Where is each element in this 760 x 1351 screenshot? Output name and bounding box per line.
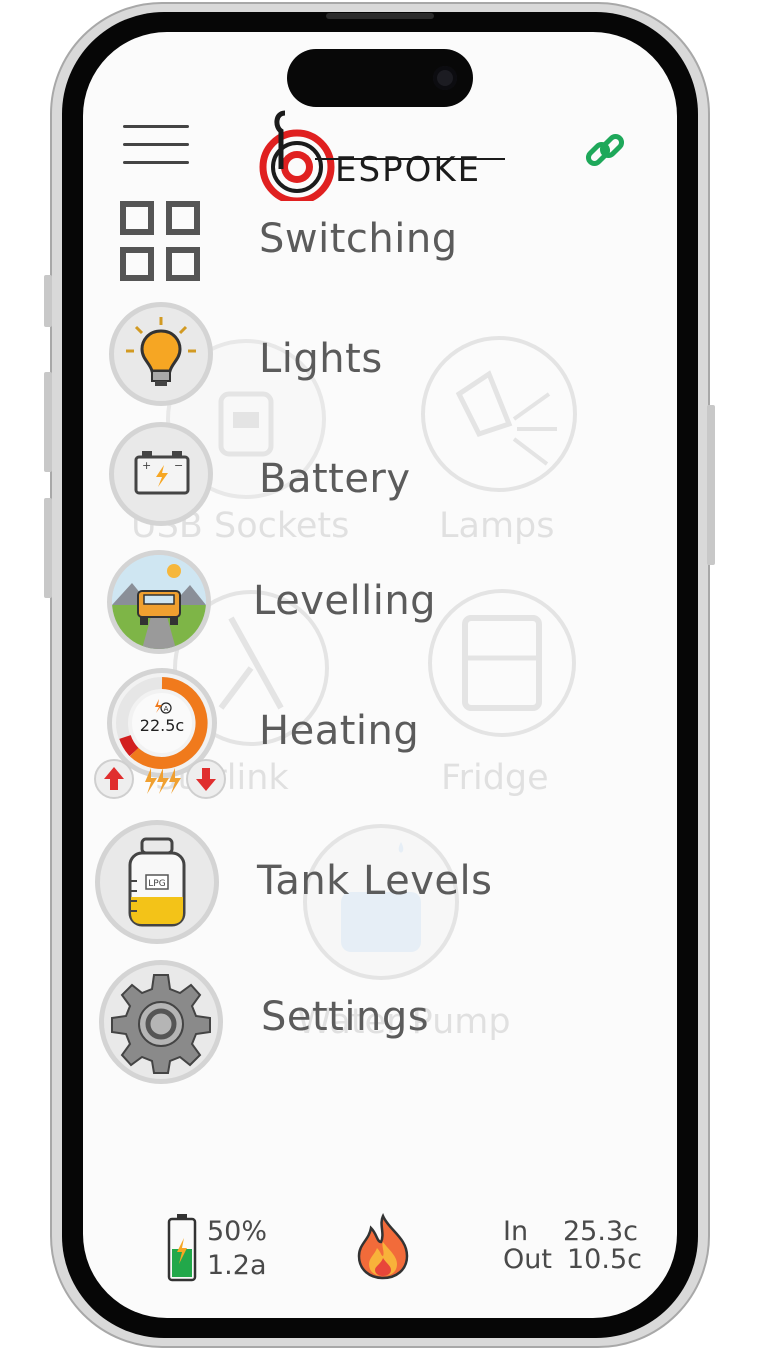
dynamic-island bbox=[287, 49, 473, 107]
menu-label: Battery bbox=[259, 456, 411, 502]
menu-item-lights[interactable]: Lights bbox=[107, 300, 627, 410]
gear-icon bbox=[99, 960, 223, 1084]
grid-icon bbox=[120, 201, 200, 281]
triple-lightning-icon bbox=[145, 768, 181, 794]
levelling-van-icon bbox=[107, 550, 211, 654]
menu-item-levelling[interactable]: Levelling bbox=[105, 548, 625, 658]
menu-item-settings[interactable]: Settings bbox=[99, 960, 639, 1084]
light-bulb-icon bbox=[109, 302, 213, 406]
battery-current: 1.2a bbox=[207, 1250, 267, 1281]
logo-text: ESPOKE bbox=[335, 150, 481, 190]
front-camera bbox=[433, 66, 457, 90]
menu-label: Heating bbox=[259, 708, 420, 754]
lpg-tank-icon: LPG bbox=[95, 820, 219, 944]
volume-up-button bbox=[44, 372, 52, 472]
earpiece-speaker bbox=[326, 13, 434, 19]
tank-gas-label: LPG bbox=[148, 879, 165, 889]
link-icon[interactable] bbox=[583, 128, 627, 172]
menu-item-heating[interactable]: 22.5c A Heating bbox=[93, 668, 633, 808]
inside-temp-value: 25.3c bbox=[563, 1216, 638, 1247]
menu-label: Lights bbox=[259, 336, 383, 382]
heating-temperature: 22.5c bbox=[140, 716, 184, 735]
action-button bbox=[44, 275, 52, 327]
svg-text:+: + bbox=[142, 459, 151, 472]
inside-temp-label: In bbox=[503, 1216, 529, 1247]
svg-text:−: − bbox=[174, 459, 183, 472]
power-button bbox=[707, 405, 715, 565]
arrow-up-icon[interactable] bbox=[93, 758, 135, 800]
battery-percent: 50% bbox=[207, 1216, 268, 1247]
bespoke-logo: ESPOKE bbox=[259, 110, 505, 201]
outside-temp-value: 10.5c bbox=[567, 1244, 642, 1275]
menu-label: Settings bbox=[261, 994, 430, 1040]
menu-item-tank-levels[interactable]: LPG Tank Levels bbox=[95, 820, 635, 946]
hamburger-menu-icon[interactable] bbox=[123, 125, 189, 165]
menu-label: Tank Levels bbox=[257, 858, 493, 904]
volume-down-button bbox=[44, 498, 52, 598]
menu-label: Levelling bbox=[253, 578, 437, 624]
battery-icon: + − bbox=[109, 422, 213, 526]
status-bar: 50% 1.2a In 25.3c Out 10.5c bbox=[83, 1204, 677, 1294]
menu-item-battery[interactable]: + − Battery bbox=[107, 420, 627, 530]
menu-item-switching[interactable]: Switching bbox=[113, 192, 633, 292]
menu-label: Switching bbox=[259, 216, 458, 262]
battery-status-icon bbox=[167, 1214, 197, 1282]
outside-temp-label: Out bbox=[503, 1244, 552, 1275]
flame-icon[interactable] bbox=[355, 1212, 411, 1280]
arrow-down-icon[interactable] bbox=[185, 758, 227, 800]
app-screen: USB Sockets Lamps Starlink Fridge Water … bbox=[83, 32, 677, 1318]
heating-mode-badge: A bbox=[164, 705, 169, 713]
